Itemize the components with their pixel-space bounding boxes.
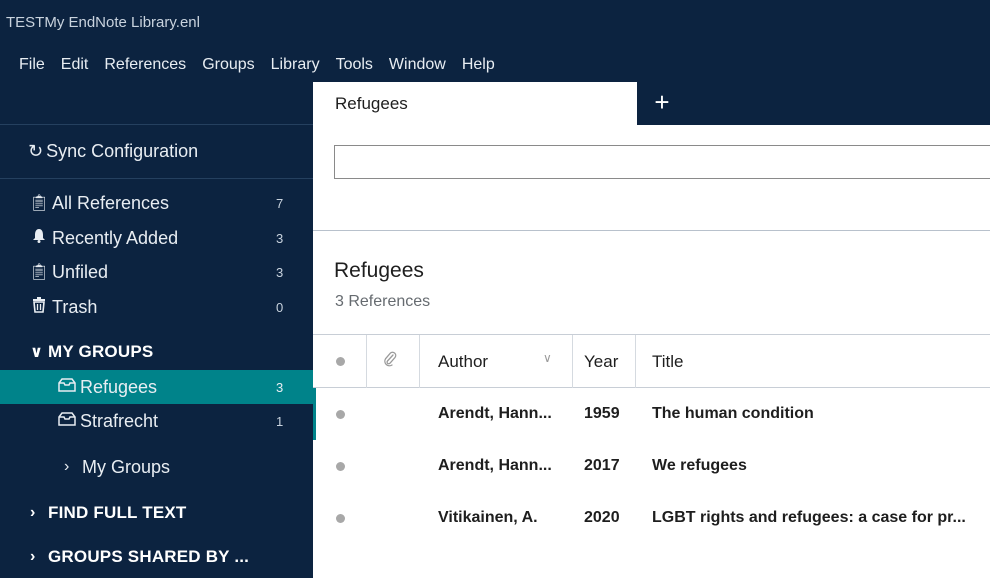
row-year: 2020 <box>584 509 620 526</box>
section-find-full-text[interactable]: › FIND FULL TEXT <box>0 495 313 531</box>
row-author: Arendt, Hann... <box>438 405 552 422</box>
sync-label: Sync Configuration <box>46 141 199 161</box>
sidebar-item-label: Refugees <box>80 376 158 397</box>
sidebar-item-count: 0 <box>276 299 284 315</box>
year-column-header[interactable]: Year <box>584 335 618 388</box>
sync-configuration-button[interactable]: ↻ Sync Configuration <box>0 125 313 179</box>
row-title: We refugees <box>652 457 747 474</box>
table-row[interactable]: Vitikainen, A. 2020 LGBT rights and refu… <box>313 492 990 544</box>
paperclip-icon <box>383 350 397 373</box>
sidebar-item-refugees[interactable]: Refugees 3 <box>0 370 313 404</box>
sidebar-item-count: 3 <box>276 264 284 280</box>
sidebar-item-unfiled[interactable]: 📋︎ Unfiled 3 <box>0 255 313 289</box>
clipboard-icon: 📋︎ <box>28 264 50 281</box>
sidebar-item-label: Strafrecht <box>80 410 159 431</box>
menu-edit[interactable]: Edit <box>56 56 94 74</box>
menu-groups[interactable]: Groups <box>197 56 259 74</box>
section-label: MY GROUPS <box>48 342 154 361</box>
row-title: LGBT rights and refugees: a case for pr.… <box>652 509 966 526</box>
section-label: GROUPS SHARED BY ... <box>48 547 250 566</box>
chevron-down-icon: ∨ <box>30 344 44 361</box>
read-status-column-header[interactable] <box>336 335 345 388</box>
tab-bar: Refugees + <box>313 82 990 125</box>
sidebar: ↻ Sync Configuration 📋︎ All References 7… <box>0 82 313 578</box>
sidebar-item-count: 1 <box>276 413 284 429</box>
title-column-header[interactable]: Title <box>652 335 684 388</box>
row-author: Arendt, Hann... <box>438 457 552 474</box>
clipboard-icon: 📋︎ <box>28 195 50 212</box>
chevron-right-icon: › <box>30 504 36 521</box>
table-row[interactable]: Arendt, Hann... 2017 We refugees <box>313 440 990 492</box>
read-status-icon <box>336 357 345 366</box>
column-label: Year <box>584 351 619 371</box>
column-label: Title <box>652 351 684 371</box>
chevron-right-icon: › <box>30 548 36 565</box>
section-my-groups[interactable]: ∨ MY GROUPS <box>0 334 313 370</box>
menu-references[interactable]: References <box>99 56 191 74</box>
unread-dot-icon <box>336 513 345 523</box>
row-title: The human condition <box>652 405 814 422</box>
section-label: FIND FULL TEXT <box>48 503 187 522</box>
menu-help[interactable]: Help <box>457 56 500 74</box>
row-year: 2017 <box>584 457 620 474</box>
row-author: Vitikainen, A. <box>438 509 538 526</box>
sidebar-item-all-references[interactable]: 📋︎ All References 7 <box>0 186 313 220</box>
bell-icon <box>28 228 50 248</box>
column-label: Author <box>438 351 489 371</box>
subfolder-label: My Groups <box>82 456 171 477</box>
add-tab-button[interactable]: + <box>647 87 677 117</box>
window-title: TESTMy EndNote Library.enl <box>6 14 200 31</box>
menu-bar: File Edit References Groups Library Tool… <box>0 47 990 82</box>
sidebar-item-trash[interactable]: Trash 0 <box>0 290 313 324</box>
sort-chevron-icon: ∨ <box>543 351 552 365</box>
section-groups-shared[interactable]: › GROUPS SHARED BY ... <box>0 539 313 575</box>
group-icon <box>56 411 78 431</box>
sidebar-item-count: 7 <box>276 195 284 211</box>
sidebar-item-label: Unfiled <box>52 261 109 282</box>
author-column-header[interactable]: Author ∨ <box>438 335 563 388</box>
menu-window[interactable]: Window <box>384 56 451 74</box>
unread-dot-icon <box>336 409 345 419</box>
sidebar-item-label: All References <box>52 192 170 213</box>
divider <box>313 230 990 231</box>
sidebar-item-label: Recently Added <box>52 227 179 248</box>
search-input[interactable] <box>334 145 990 179</box>
menu-library[interactable]: Library <box>266 56 325 74</box>
row-year: 1959 <box>584 405 620 422</box>
sidebar-item-count: 3 <box>276 230 284 246</box>
reference-count: 3 References <box>335 293 431 310</box>
tab-label: Refugees <box>335 93 408 113</box>
table-row[interactable]: Arendt, Hann... 1959 The human condition <box>313 388 990 440</box>
unread-dot-icon <box>336 461 345 471</box>
tab-refugees[interactable]: Refugees <box>313 82 637 125</box>
sidebar-item-strafrecht[interactable]: Strafrecht 1 <box>0 404 313 438</box>
sidebar-item-recently-added[interactable]: Recently Added 3 <box>0 221 313 255</box>
title-bar: TESTMy EndNote Library.enl <box>0 0 990 47</box>
sidebar-item-count: 3 <box>276 379 284 395</box>
sidebar-header <box>0 82 313 125</box>
chevron-right-icon: › <box>64 458 70 475</box>
sync-icon: ↻ <box>28 141 44 161</box>
attachment-column-header[interactable] <box>383 335 397 388</box>
group-icon <box>56 377 78 397</box>
sidebar-item-label: Trash <box>52 296 98 317</box>
group-title: Refugees <box>334 259 424 282</box>
menu-tools[interactable]: Tools <box>331 56 378 74</box>
menu-file[interactable]: File <box>14 56 50 74</box>
table-header: Author ∨ Year Title <box>313 334 990 388</box>
trash-icon <box>28 296 50 318</box>
my-groups-subfolder[interactable]: › My Groups <box>0 450 313 484</box>
